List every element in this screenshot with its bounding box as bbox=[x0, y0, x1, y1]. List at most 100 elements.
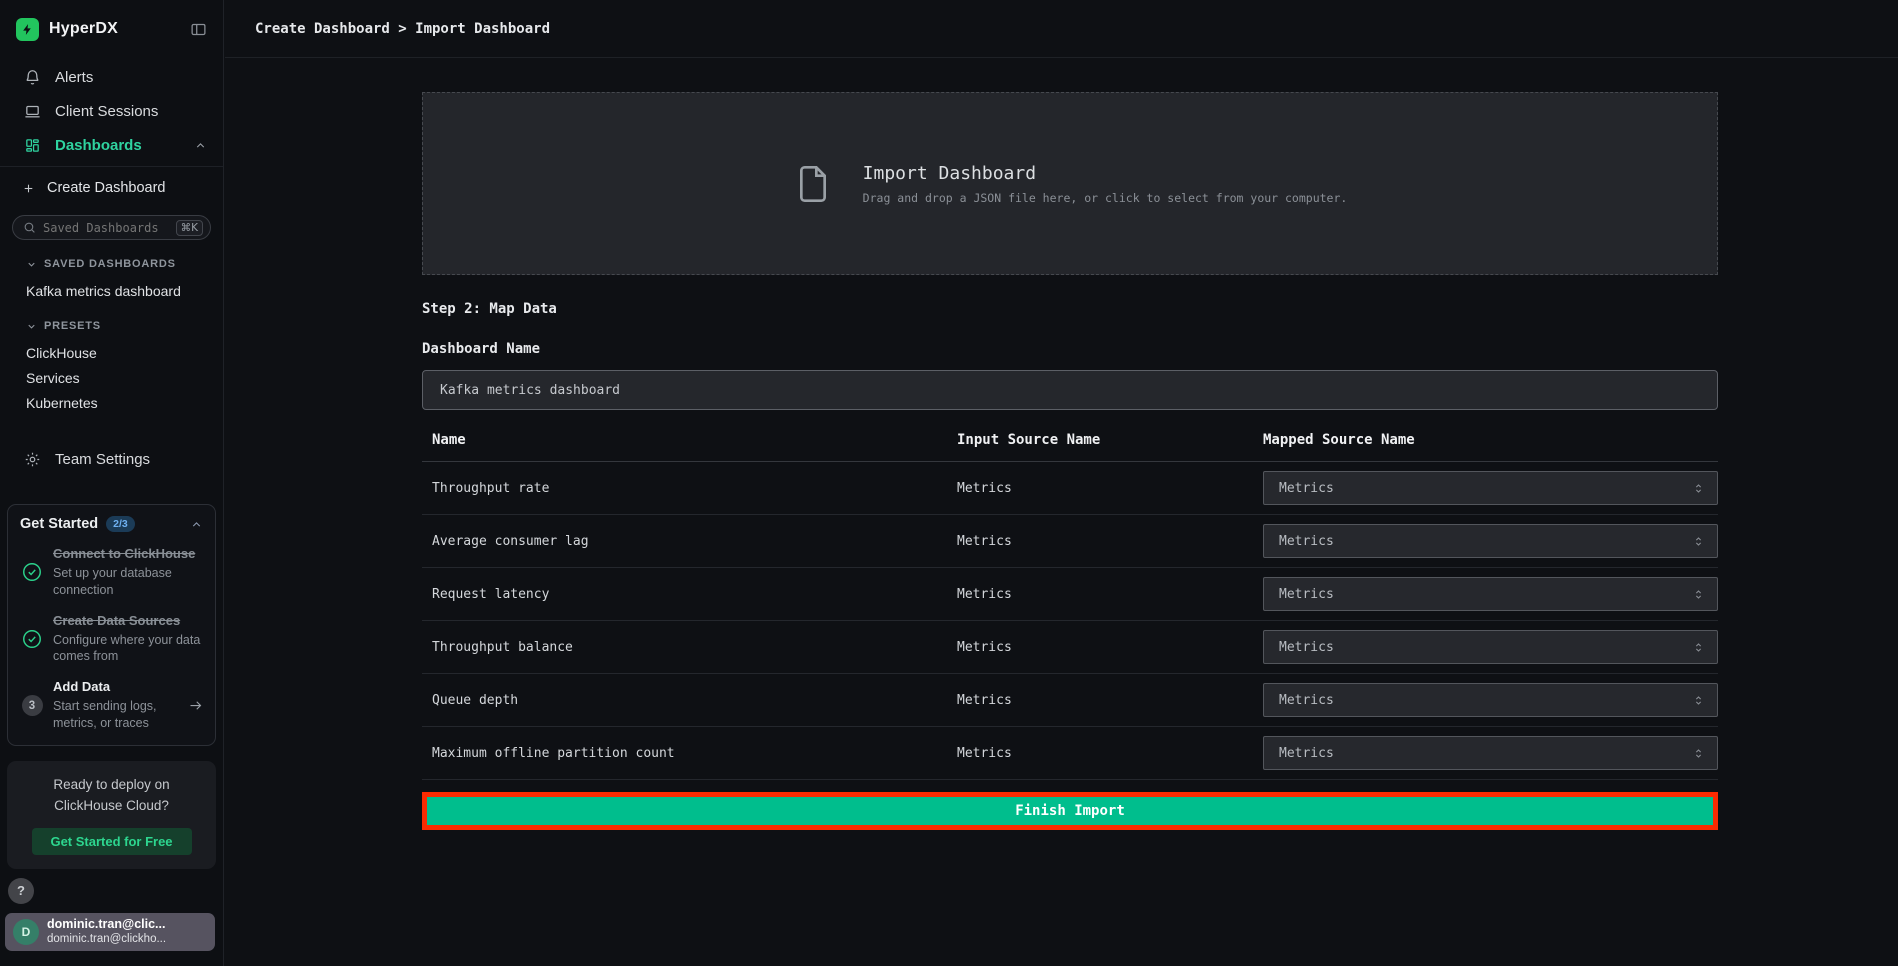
chevron-up-icon bbox=[190, 518, 203, 531]
team-settings-label: Team Settings bbox=[55, 451, 150, 468]
chart-name: Maximum offline partition count bbox=[422, 746, 957, 761]
chart-name: Queue depth bbox=[422, 693, 957, 708]
get-started-free-button[interactable]: Get Started for Free bbox=[32, 828, 192, 855]
sidebar-item-label: Dashboards bbox=[55, 137, 142, 154]
app-title: HyperDX bbox=[49, 20, 118, 38]
main-panel: Create Dashboard > Import Dashboard Impo… bbox=[225, 0, 1898, 966]
table-row: Throughput rate Metrics Metrics bbox=[422, 462, 1718, 515]
preset-item-clickhouse[interactable]: ClickHouse bbox=[0, 341, 223, 364]
onboarding-step-connect[interactable]: Connect to ClickHouse Set up your databa… bbox=[20, 546, 203, 599]
select-chevrons-icon bbox=[1692, 535, 1705, 548]
selected-value: Metrics bbox=[1279, 746, 1334, 761]
user-menu[interactable]: D dominic.tran@clic... dominic.tran@clic… bbox=[5, 913, 215, 951]
dashboards-grid-icon bbox=[24, 137, 41, 154]
column-header-name: Name bbox=[422, 432, 957, 448]
table-row: Average consumer lag Metrics Metrics bbox=[422, 515, 1718, 568]
table-row: Queue depth Metrics Metrics bbox=[422, 674, 1718, 727]
json-dropzone[interactable]: Import Dashboard Drag and drop a JSON fi… bbox=[422, 92, 1718, 275]
selected-value: Metrics bbox=[1279, 640, 1334, 655]
mapped-source-select[interactable]: Metrics bbox=[1263, 630, 1718, 664]
chart-name: Average consumer lag bbox=[422, 534, 957, 549]
preset-item-kubernetes[interactable]: Kubernetes bbox=[0, 391, 223, 414]
sidebar-item-client-sessions[interactable]: Client Sessions bbox=[0, 94, 223, 128]
get-started-card: Get Started 2/3 Connect to ClickHouse Se… bbox=[7, 504, 216, 746]
check-circle-icon bbox=[21, 628, 43, 650]
progress-badge: 2/3 bbox=[106, 516, 135, 532]
selected-value: Metrics bbox=[1279, 534, 1334, 549]
section-title: SAVED DASHBOARDS bbox=[44, 258, 176, 270]
brand-row: HyperDX bbox=[0, 0, 223, 58]
sidebar: HyperDX Alerts Client Sessions Dashboard… bbox=[0, 0, 224, 966]
dropzone-subtitle: Drag and drop a JSON file here, or click… bbox=[863, 191, 1348, 205]
input-source-name: Metrics bbox=[957, 746, 1263, 761]
mapped-source-select[interactable]: Metrics bbox=[1263, 577, 1718, 611]
bell-icon bbox=[24, 69, 41, 86]
chevron-up-icon bbox=[194, 139, 207, 152]
sidebar-item-alerts[interactable]: Alerts bbox=[0, 60, 223, 94]
saved-dashboards-search[interactable]: ⌘K bbox=[12, 215, 211, 240]
input-source-name: Metrics bbox=[957, 693, 1263, 708]
import-dashboard-content: Import Dashboard Drag and drop a JSON fi… bbox=[422, 92, 1718, 830]
sidebar-item-dashboards[interactable]: Dashboards bbox=[0, 128, 223, 162]
finish-import-button[interactable]: Finish Import bbox=[427, 797, 1713, 825]
chevron-down-icon bbox=[26, 259, 37, 270]
onboarding-step-sources[interactable]: Create Data Sources Configure where your… bbox=[20, 613, 203, 666]
table-row: Maximum offline partition count Metrics … bbox=[422, 727, 1718, 780]
input-source-name: Metrics bbox=[957, 534, 1263, 549]
sidebar-divider bbox=[0, 166, 223, 167]
table-row: Throughput balance Metrics Metrics bbox=[422, 621, 1718, 674]
search-input[interactable] bbox=[43, 221, 176, 235]
chart-name: Throughput balance bbox=[422, 640, 957, 655]
sidebar-item-label: Client Sessions bbox=[55, 103, 158, 120]
mapped-source-select[interactable]: Metrics bbox=[1263, 471, 1718, 505]
sidebar-item-team-settings[interactable]: Team Settings bbox=[0, 442, 223, 476]
selected-value: Metrics bbox=[1279, 587, 1334, 602]
input-source-name: Metrics bbox=[957, 481, 1263, 496]
input-source-name: Metrics bbox=[957, 640, 1263, 655]
create-dashboard-label: Create Dashboard bbox=[47, 180, 166, 196]
preset-item-services[interactable]: Services bbox=[0, 366, 223, 389]
avatar: D bbox=[13, 919, 39, 945]
clickhouse-cloud-card: Ready to deploy on ClickHouse Cloud? Get… bbox=[7, 761, 216, 869]
mapped-source-select[interactable]: Metrics bbox=[1263, 524, 1718, 558]
chart-name: Throughput rate bbox=[422, 481, 957, 496]
mapped-source-select[interactable]: Metrics bbox=[1263, 736, 1718, 770]
user-name: dominic.tran@clic... bbox=[47, 917, 166, 933]
file-icon bbox=[793, 159, 833, 209]
deploy-text-line2: ClickHouse Cloud? bbox=[19, 796, 204, 817]
step-desc: Start sending logs, metrics, or traces bbox=[53, 698, 179, 732]
select-chevrons-icon bbox=[1692, 482, 1705, 495]
source-mapping-table: Name Input Source Name Mapped Source Nam… bbox=[422, 432, 1718, 780]
sidebar-item-label: Alerts bbox=[55, 69, 93, 86]
arrow-right-icon bbox=[188, 698, 203, 713]
create-dashboard-button[interactable]: Create Dashboard bbox=[0, 171, 223, 205]
get-started-title: Get Started bbox=[20, 516, 98, 532]
gear-icon bbox=[24, 451, 41, 468]
step-desc: Set up your database connection bbox=[53, 565, 203, 599]
annotation-highlight: Finish Import bbox=[422, 792, 1718, 830]
column-header-input-source: Input Source Name bbox=[957, 432, 1263, 448]
onboarding-step-add-data[interactable]: 3 Add Data Start sending logs, metrics, … bbox=[20, 679, 203, 732]
step-title: Add Data bbox=[53, 679, 179, 696]
get-started-header[interactable]: Get Started 2/3 bbox=[20, 516, 203, 532]
table-row: Request latency Metrics Metrics bbox=[422, 568, 1718, 621]
saved-dashboard-item[interactable]: Kafka metrics dashboard bbox=[0, 279, 223, 302]
top-bar: Create Dashboard > Import Dashboard bbox=[225, 0, 1898, 58]
dashboard-name-input[interactable] bbox=[422, 370, 1718, 410]
section-presets[interactable]: PRESETS bbox=[0, 317, 223, 335]
step-desc: Configure where your data comes from bbox=[53, 632, 203, 666]
select-chevrons-icon bbox=[1692, 694, 1705, 707]
select-chevrons-icon bbox=[1692, 747, 1705, 760]
section-title: PRESETS bbox=[44, 320, 101, 332]
hyperdx-logo-icon bbox=[16, 18, 39, 41]
keyboard-shortcut-badge: ⌘K bbox=[176, 220, 203, 236]
breadcrumb[interactable]: Create Dashboard > Import Dashboard bbox=[255, 21, 550, 37]
step-number-badge: 3 bbox=[22, 695, 43, 716]
section-saved-dashboards[interactable]: SAVED DASHBOARDS bbox=[0, 255, 223, 273]
mapped-source-select[interactable]: Metrics bbox=[1263, 683, 1718, 717]
chevron-down-icon bbox=[26, 321, 37, 332]
help-button[interactable]: ? bbox=[8, 878, 34, 904]
table-header-row: Name Input Source Name Mapped Source Nam… bbox=[422, 432, 1718, 462]
plus-icon bbox=[22, 182, 35, 195]
sidebar-collapse-icon[interactable] bbox=[190, 21, 207, 38]
